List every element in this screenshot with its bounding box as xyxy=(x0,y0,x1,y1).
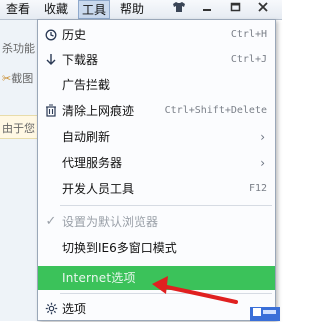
menu-favorites[interactable]: 收藏 xyxy=(38,0,74,19)
gear-icon xyxy=(44,297,58,321)
menu-tools[interactable]: 工具 xyxy=(78,0,110,19)
trash-icon xyxy=(44,99,58,123)
background-text: 杀功能 xyxy=(2,42,35,55)
red-arrow-annotation xyxy=(152,276,238,304)
close-icon[interactable] xyxy=(252,1,274,17)
chevron-right-icon: › xyxy=(260,156,265,170)
menu-item-history[interactable]: 历史 Ctrl+H xyxy=(38,23,275,47)
clock-icon xyxy=(44,23,58,47)
menu-item-set-default-browser[interactable]: ✓ 设置为默认浏览器 xyxy=(38,210,275,234)
browser-background: 杀功能 ✂截图 由于您 xyxy=(0,20,37,321)
menu-item-ie6-mode[interactable]: 切换到IE6多窗口模式 xyxy=(38,236,275,260)
scissors-icon: ✂ xyxy=(2,72,12,85)
menu-item-proxy-server[interactable]: 代理服务器 › xyxy=(38,151,275,175)
check-icon: ✓ xyxy=(45,214,57,229)
menu-item-clear-history[interactable]: 清除上网痕迹 Ctrl+Shift+Delete xyxy=(38,99,275,123)
restore-icon[interactable] xyxy=(224,1,246,17)
menu-item-downloader[interactable]: 下载器 Ctrl+J xyxy=(38,48,275,72)
menu-bar: 查看 收藏 工具 帮助 xyxy=(0,0,282,20)
chevron-right-icon: › xyxy=(260,130,265,144)
download-arrow-icon xyxy=(44,48,58,72)
menu-item-auto-refresh[interactable]: 自动刷新 › xyxy=(38,125,275,149)
menu-help[interactable]: 帮助 xyxy=(114,0,150,19)
watermark-logo xyxy=(250,307,280,321)
background-text: 由于您 xyxy=(2,122,35,135)
menu-view[interactable]: 查看 xyxy=(2,0,34,19)
background-text: ✂截图 xyxy=(2,72,34,85)
menu-separator xyxy=(60,205,272,206)
info-bar: 由于您 xyxy=(0,115,37,139)
minimize-icon[interactable] xyxy=(196,1,218,17)
menu-item-developer-tools[interactable]: 开发人员工具 F12 xyxy=(38,177,275,201)
menu-item-ad-block[interactable]: 广告拦截 xyxy=(38,73,275,97)
shirt-icon[interactable] xyxy=(168,1,190,17)
